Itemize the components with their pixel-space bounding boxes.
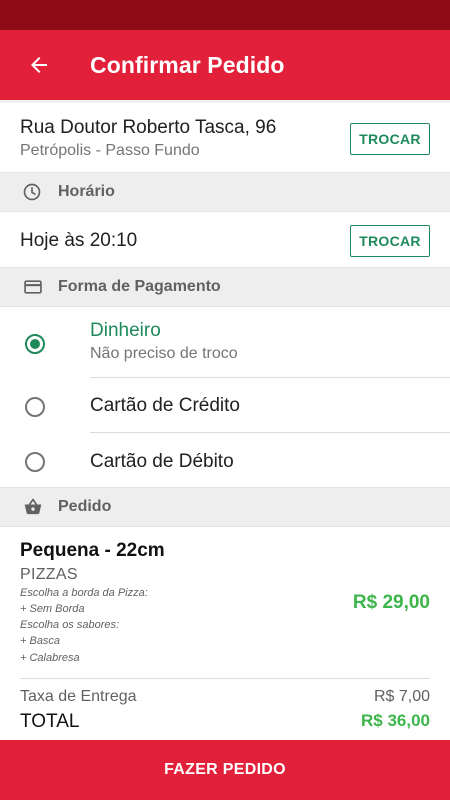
product-option: Escolha a borda da Pizza: [20, 587, 148, 599]
product-option: + Basca [20, 635, 61, 647]
app-bar: Confirmar Pedido [0, 30, 450, 100]
basket-icon [24, 498, 42, 515]
total-value: R$ 36,00 [361, 711, 430, 730]
back-button[interactable] [0, 30, 80, 100]
product-option: + Calabresa [20, 652, 80, 664]
section-label: Forma de Pagamento [58, 278, 221, 295]
arrow-left-icon [31, 57, 47, 73]
place-order-button[interactable]: FAZER PEDIDO [0, 740, 450, 800]
section-label: Horário [58, 183, 115, 200]
divider [90, 432, 450, 433]
change-time-button[interactable]: TROCAR [350, 225, 430, 257]
change-address-button[interactable]: TROCAR [350, 123, 430, 155]
delivery-fee-label: Taxa de Entrega [20, 688, 137, 705]
product-category: PIZZAS [20, 566, 78, 583]
divider [90, 377, 450, 378]
payment-option-label: Cartão de Débito [90, 451, 234, 472]
address-street: Rua Doutor Roberto Tasca, 96 [20, 117, 277, 138]
section-label: Pedido [58, 498, 112, 515]
delivery-fee-value: R$ 7,00 [373, 688, 430, 705]
status-bar [0, 0, 450, 30]
payment-option-label: Cartão de Crédito [90, 395, 240, 416]
radio-unselected[interactable] [25, 397, 45, 417]
delivery-time: Hoje às 20:10 [20, 230, 138, 251]
radio-unselected[interactable] [25, 452, 45, 472]
payment-option-label: Dinheiro [90, 320, 161, 341]
divider [20, 678, 430, 679]
section-order: Pedido [0, 487, 450, 527]
radio-selected[interactable] [25, 334, 45, 354]
product-option: Escolha os sabores: [20, 619, 120, 631]
section-payment: Forma de Pagamento [0, 267, 450, 307]
payment-option-sublabel: Não preciso de troco [90, 345, 238, 362]
address-district: Petrópolis - Passo Fundo [20, 142, 200, 159]
product-price: R$ 29,00 [352, 592, 430, 613]
product-option: + Sem Borda [20, 603, 85, 615]
divider [0, 100, 450, 103]
clock-icon [23, 183, 41, 201]
page-title: Confirmar Pedido [90, 51, 285, 78]
section-schedule: Horário [0, 172, 450, 212]
credit-card-icon [24, 280, 42, 294]
total-label: TOTAL [20, 711, 80, 732]
product-name: Pequena - 22cm [20, 540, 165, 561]
